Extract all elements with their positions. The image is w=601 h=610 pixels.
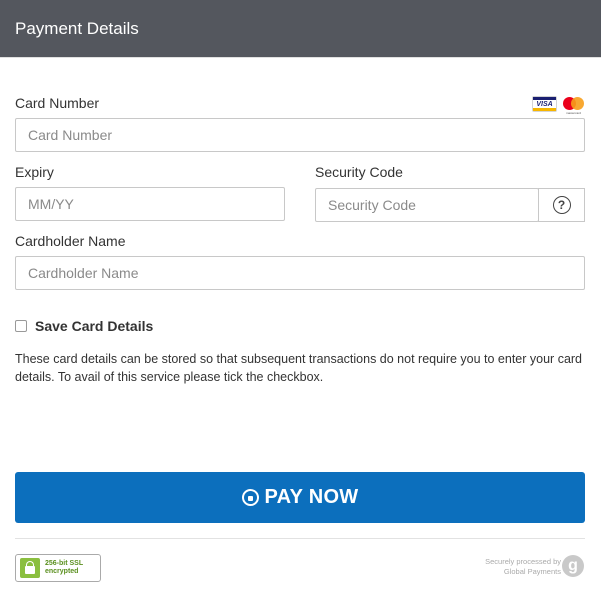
card-number-input[interactable] [16, 119, 584, 151]
page-title: Payment Details [15, 19, 139, 38]
header-bar: Payment Details [0, 0, 601, 58]
security-code-help-button[interactable]: ? [538, 188, 585, 222]
mastercard-icon: mastercard [561, 96, 586, 115]
cardholder-name-label: Cardholder Name [15, 233, 126, 249]
ssl-badge-text: 256-bit SSL encrypted [45, 560, 84, 575]
accepted-cards: VISA mastercard [532, 95, 586, 115]
security-code-field[interactable] [315, 188, 539, 222]
save-card-label[interactable]: Save Card Details [35, 318, 153, 334]
save-card-checkbox[interactable] [15, 320, 27, 332]
ssl-badge: 256-bit SSL encrypted [15, 554, 101, 582]
cardholder-name-field[interactable] [15, 256, 585, 290]
card-number-field[interactable] [15, 118, 585, 152]
expiry-field[interactable] [15, 187, 285, 221]
question-mark-icon: ? [552, 196, 571, 214]
security-code-input[interactable] [316, 189, 538, 221]
cardholder-name-input[interactable] [16, 257, 584, 289]
expiry-label: Expiry [15, 164, 54, 180]
save-card-description: These card details can be stored so that… [15, 352, 583, 384]
global-payments-logo-icon: g [562, 555, 584, 577]
lock-icon [20, 558, 40, 578]
footer-divider [15, 538, 585, 539]
secure-processing-note: Securely processed by Global Payments [485, 557, 561, 576]
card-number-label: Card Number [15, 95, 100, 111]
lock-refresh-icon [241, 489, 259, 506]
visa-icon: VISA [532, 96, 557, 112]
security-code-label: Security Code [315, 164, 403, 180]
expiry-input[interactable] [16, 188, 284, 220]
pay-now-label: PAY NOW [264, 486, 359, 508]
pay-now-button[interactable]: PAY NOW [15, 472, 585, 523]
